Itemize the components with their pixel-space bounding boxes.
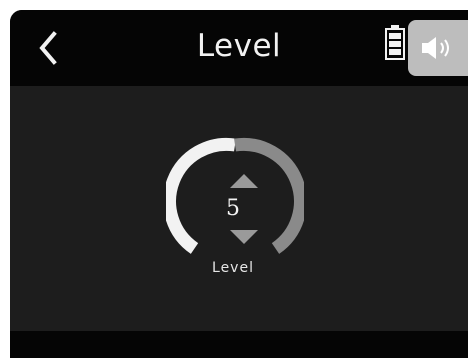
level-down-button[interactable]	[229, 229, 259, 245]
speaker-button[interactable]	[408, 20, 468, 76]
level-label: Level	[212, 260, 254, 276]
level-up-button[interactable]	[229, 173, 259, 189]
triangle-down-icon	[230, 230, 258, 244]
battery-icon	[385, 25, 405, 60]
level-value: 5	[226, 196, 240, 221]
speaker-icon	[422, 37, 449, 59]
header-bar: Level	[10, 10, 468, 84]
triangle-up-icon	[230, 174, 258, 188]
